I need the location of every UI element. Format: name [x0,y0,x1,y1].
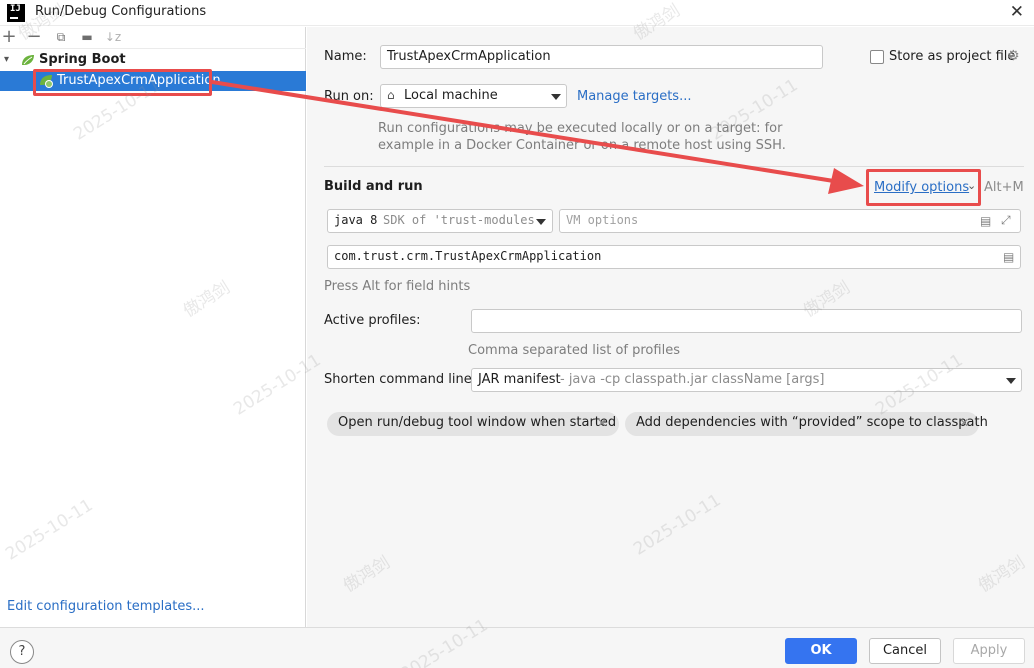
close-icon[interactable]: ✕ [959,416,969,430]
chevron-down-icon[interactable]: ▾ [4,51,9,69]
dialog-button-bar: ? OK Cancel Apply [0,627,1034,668]
name-field-value: TrustApexCrmApplication [387,49,551,64]
tree-group-spring-boot[interactable]: ▾ Spring Boot [0,51,306,69]
section-separator [324,166,1024,167]
expand-icon[interactable]: ⤢ [1001,213,1011,228]
add-configuration-icon[interactable]: + [0,28,18,46]
shorten-command-line-label: Shorten command line: [324,372,477,387]
window-title: Run/Debug Configurations [35,4,207,19]
active-profiles-field[interactable] [471,309,1022,333]
run-on-value: Local machine [404,88,498,103]
chevron-down-icon [536,219,546,225]
document-icon[interactable]: ▤ [980,214,991,228]
gear-icon[interactable]: ⚙ [1007,48,1020,64]
shorten-detail: - java -cp classpath.jar className [args… [560,372,825,387]
close-icon[interactable]: ✕ [1010,2,1024,22]
shorten-command-line-dropdown[interactable]: JAR manifest - java -cp classpath.jar cl… [471,368,1022,392]
title-bar: IJ Run/Debug Configurations ✕ [0,0,1034,26]
manage-targets-link[interactable]: Manage targets... [577,89,691,104]
vm-options-field[interactable]: VM options ▤ ⤢ [559,209,1021,233]
chip-label: Add dependencies with “provided” scope t… [636,415,988,430]
cancel-button[interactable]: Cancel [869,638,941,664]
ok-button[interactable]: OK [785,638,857,664]
home-icon: ⌂ [387,88,395,102]
main-class-field[interactable]: com.trust.crm.TrustApexCrmApplication ▤ [327,245,1021,269]
configurations-tree-panel: + − ⧉ ▬ ↓z ▾ Spring Boot TrustApexCrmApp… [0,27,306,627]
edit-configuration-templates-link[interactable]: Edit configuration templates... [7,599,205,614]
tree-group-label: Spring Boot [39,52,126,67]
copy-configuration-icon[interactable]: ⧉ [52,28,70,46]
annotation-highlight-box [33,69,212,96]
help-button[interactable]: ? [10,640,34,664]
remove-configuration-icon[interactable]: − [25,28,43,46]
run-on-dropdown[interactable]: ⌂ Local machine [380,84,567,108]
active-profiles-hint: Comma separated list of profiles [468,343,680,358]
modify-options-shortcut: Alt+M [984,180,1024,195]
option-chip-open-tool-window: Open run/debug tool window when started … [327,412,619,436]
sort-icon[interactable]: ↓z [104,28,122,46]
spring-boot-icon [22,55,34,65]
build-and-run-heading: Build and run [324,179,423,194]
vm-options-placeholder: VM options [566,213,639,227]
name-label: Name: [324,49,367,64]
annotation-highlight-box [866,169,981,206]
shorten-value: JAR manifest [478,372,561,387]
chevron-down-icon [551,94,561,100]
run-on-hint-line1: Run configurations may be executed local… [378,121,783,136]
main-class-value: com.trust.crm.TrustApexCrmApplication [334,249,602,263]
alt-field-hints: Press Alt for field hints [324,279,471,294]
document-icon[interactable]: ▤ [1003,250,1014,264]
jdk-detail: SDK of 'trust-modules [383,213,535,227]
store-as-project-file-label: Store as project file [889,49,1016,64]
apply-button[interactable]: Apply [953,638,1025,664]
intellij-logo-icon: IJ [7,4,25,22]
close-icon[interactable]: ✕ [597,416,607,430]
chevron-down-icon [1006,378,1016,384]
configuration-form-panel: Name: TrustApexCrmApplication Store as p… [307,27,1034,627]
store-as-project-file-checkbox[interactable] [870,50,884,64]
chip-label: Open run/debug tool window when started [338,415,617,430]
option-chip-provided-scope: Add dependencies with “provided” scope t… [625,412,988,436]
new-folder-icon[interactable]: ▬ [78,28,96,46]
active-profiles-label: Active profiles: [324,313,421,328]
run-on-label: Run on: [324,89,374,104]
run-on-hint-line2: example in a Docker Container or on a re… [378,138,786,153]
jdk-dropdown[interactable]: java 8 SDK of 'trust-modules [327,209,553,233]
name-field[interactable]: TrustApexCrmApplication [380,45,823,69]
tree-toolbar: + − ⧉ ▬ ↓z [0,27,306,49]
jdk-version: java 8 [334,213,378,227]
